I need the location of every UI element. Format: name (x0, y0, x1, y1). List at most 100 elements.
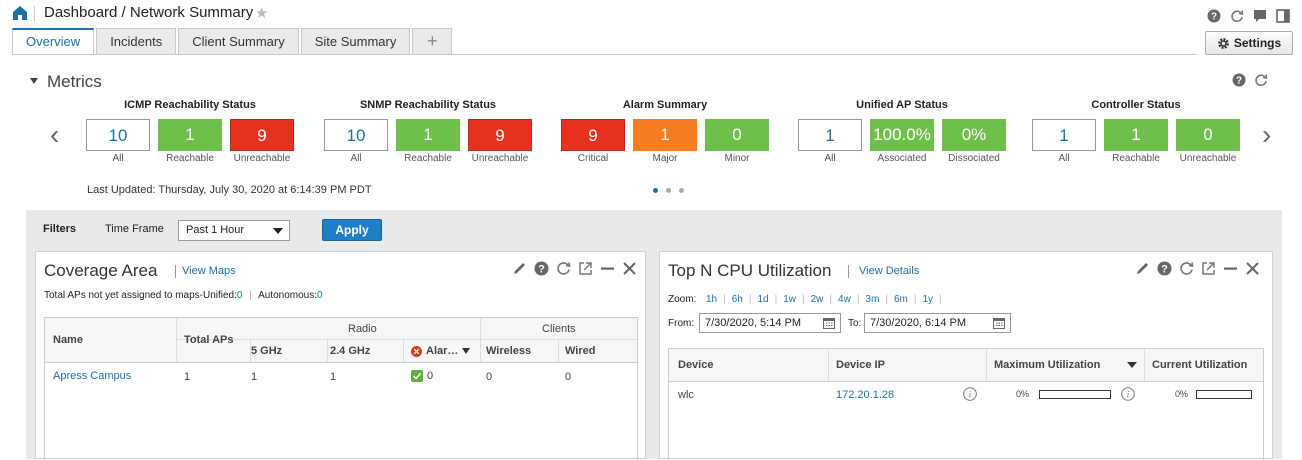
carousel-dot[interactable] (666, 188, 671, 193)
autonomous-count-link[interactable]: 0 (317, 290, 323, 301)
time-frame-select[interactable]: Past 1 Hour (178, 220, 290, 241)
metric-tile[interactable]: 100.0% (870, 119, 934, 151)
minimize-icon[interactable] (600, 261, 615, 276)
metric-tile[interactable]: 1 (1104, 119, 1168, 151)
metric-tile[interactable]: 10 (324, 119, 388, 151)
metric-tile[interactable]: 9 (230, 119, 294, 151)
metrics-help-icon[interactable]: ? (1232, 73, 1246, 87)
apply-button[interactable]: Apply (322, 219, 382, 241)
col-max-utilization[interactable]: Maximum Utilization (994, 359, 1100, 371)
metric-tile[interactable]: 1 (158, 119, 222, 151)
metric-tile[interactable]: 1 (798, 119, 862, 151)
col-wired[interactable]: Wired (565, 345, 595, 357)
device-value: wlc (678, 389, 694, 401)
popout-icon[interactable] (578, 261, 593, 276)
col-device[interactable]: Device (678, 359, 713, 371)
metric-tile-label: Unreachable (471, 153, 529, 164)
col-name[interactable]: Name (53, 334, 83, 346)
from-date-input[interactable]: 7/30/2020, 5:14 PM (699, 313, 841, 333)
col-device-ip[interactable]: Device IP (836, 359, 885, 371)
zoom-option-1y[interactable]: 1y (922, 294, 933, 305)
zoom-option-4w[interactable]: 4w (838, 294, 851, 305)
wireless-value: 0 (486, 371, 493, 383)
calendar-icon[interactable] (993, 317, 1005, 329)
device-ip-link[interactable]: 172.20.1.28 (836, 389, 894, 401)
col-24ghz[interactable]: 2.4 GHz (330, 345, 370, 357)
metrics-refresh-icon[interactable] (1254, 73, 1268, 87)
metric-tile[interactable]: 9 (561, 119, 625, 151)
col-divider (1144, 349, 1145, 381)
refresh-icon[interactable] (1179, 261, 1194, 276)
sort-caret-icon[interactable] (462, 348, 471, 354)
unified-count-link[interactable]: 0 (237, 290, 243, 301)
zoom-option-1h[interactable]: 1h (706, 294, 717, 305)
calendar-icon[interactable] (823, 317, 835, 329)
svg-text:?: ? (1211, 12, 1217, 23)
zoom-option-2w[interactable]: 2w (811, 294, 824, 305)
page-header: Dashboard / Network Summary ★ ? (0, 0, 1302, 28)
metric-tile[interactable]: 9 (468, 119, 532, 151)
col-total-aps[interactable]: Total APs (184, 334, 234, 346)
zoom-option-6h[interactable]: 6h (732, 294, 743, 305)
col-group-clients: Clients (542, 323, 576, 335)
metric-tile[interactable]: 1 (633, 119, 697, 151)
to-date-input[interactable]: 7/30/2020, 6:14 PM (864, 313, 1011, 333)
help-icon[interactable]: ? (1157, 261, 1172, 276)
metric-tile[interactable]: 1 (396, 119, 460, 151)
carousel-dot[interactable] (653, 188, 658, 193)
prev-arrow-icon[interactable]: ‹ (50, 121, 59, 149)
settings-button[interactable]: Settings (1205, 31, 1293, 55)
info-icon[interactable]: i (1121, 387, 1135, 401)
tab-site-summary[interactable]: Site Summary (300, 28, 411, 55)
minimize-icon[interactable] (1223, 261, 1238, 276)
panel-icon[interactable] (1276, 9, 1290, 23)
zoom-option-6m[interactable]: 6m (894, 294, 908, 305)
next-arrow-icon[interactable]: › (1262, 121, 1271, 149)
metrics-title: Metrics (47, 72, 102, 91)
view-details-link[interactable]: View Details (859, 265, 919, 277)
col-divider (986, 349, 987, 381)
tab-overview[interactable]: Overview (12, 28, 95, 55)
close-icon[interactable] (1245, 261, 1260, 276)
metric-tile-label: Unreachable (233, 153, 291, 164)
carousel-dot[interactable] (679, 188, 684, 193)
autonomous-label: Autonomous: (258, 290, 318, 301)
add-tab-button[interactable]: + (412, 28, 453, 55)
help-icon[interactable]: ? (1207, 9, 1221, 23)
info-icon[interactable]: i (963, 387, 977, 401)
metric-tile[interactable]: 0 (705, 119, 769, 151)
close-icon[interactable] (622, 261, 637, 276)
header-divider (176, 339, 637, 340)
metric-tile[interactable]: 0 (1176, 119, 1240, 151)
site-name-link[interactable]: Apress Campus (53, 370, 131, 382)
col-current-utilization[interactable]: Current Utilization (1152, 359, 1247, 371)
alarms-cell[interactable]: 0 (411, 370, 433, 382)
metric-tile[interactable]: 0% (942, 119, 1006, 151)
metric-tile[interactable]: 1 (1032, 119, 1096, 151)
view-maps-link[interactable]: View Maps (182, 265, 236, 277)
help-icon[interactable]: ? (534, 261, 549, 276)
metric-tile[interactable]: 10 (86, 119, 150, 151)
col-5ghz[interactable]: 5 GHz (251, 345, 282, 357)
gear-icon (1217, 37, 1229, 49)
popout-icon[interactable] (1201, 261, 1216, 276)
favorite-star-icon[interactable]: ★ (255, 4, 268, 22)
zoom-option-3m[interactable]: 3m (865, 294, 879, 305)
collapse-caret-icon[interactable] (30, 78, 38, 84)
zoom-option-1d[interactable]: 1d (757, 294, 768, 305)
time-frame-label: Time Frame (105, 223, 164, 235)
coverage-table: Name Total APs Radio Clients 5 GHz 2.4 G… (44, 317, 638, 460)
col-alarms[interactable]: Alar… (411, 345, 471, 357)
zoom-option-1w[interactable]: 1w (783, 294, 796, 305)
dropdown-caret-icon (273, 228, 283, 234)
edit-icon[interactable] (1135, 261, 1150, 276)
refresh-icon[interactable] (1230, 9, 1244, 23)
refresh-icon[interactable] (556, 261, 571, 276)
chat-icon[interactable] (1253, 9, 1267, 23)
sort-caret-icon[interactable] (1127, 362, 1137, 368)
edit-icon[interactable] (512, 261, 527, 276)
home-icon[interactable] (12, 5, 28, 21)
tab-incidents[interactable]: Incidents (96, 28, 177, 55)
tab-client-summary[interactable]: Client Summary (178, 28, 299, 55)
col-wireless[interactable]: Wireless (486, 345, 531, 357)
